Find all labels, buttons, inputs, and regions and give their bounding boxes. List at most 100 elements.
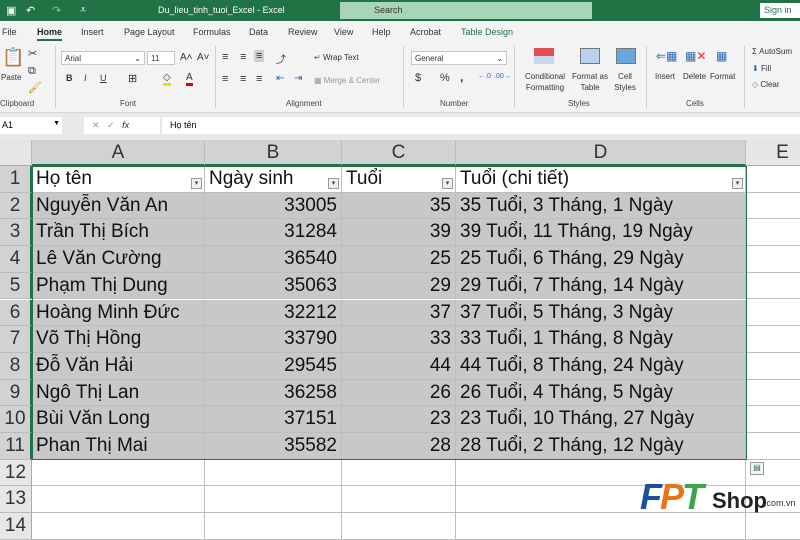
- table-cell[interactable]: 35582: [205, 433, 342, 460]
- align-right-icon[interactable]: ≡: [256, 73, 262, 85]
- cell[interactable]: [342, 486, 456, 514]
- table-cell[interactable]: 35063: [205, 272, 342, 300]
- table-cell[interactable]: 31284: [205, 219, 342, 247]
- cell[interactable]: [746, 246, 800, 273]
- table-cell[interactable]: 33: [342, 326, 456, 353]
- bold-button[interactable]: B: [66, 73, 73, 83]
- cell-styles-button[interactable]: Cell Styles: [610, 71, 640, 93]
- column-header-e[interactable]: E: [746, 140, 800, 166]
- cell[interactable]: [746, 326, 800, 353]
- table-cell[interactable]: 37: [342, 299, 456, 327]
- autosum-button[interactable]: Σ AutoSum: [752, 47, 792, 56]
- number-format-select[interactable]: General ⌄: [411, 51, 507, 65]
- table-cell[interactable]: 29 Tuổi, 7 Tháng, 14 Ngày: [456, 272, 746, 300]
- tab-view[interactable]: View: [334, 27, 353, 37]
- cell[interactable]: [746, 380, 800, 407]
- cell[interactable]: [32, 486, 205, 514]
- cell[interactable]: [205, 513, 342, 540]
- cell[interactable]: [342, 459, 456, 487]
- search-box[interactable]: Search: [340, 2, 592, 19]
- increase-indent-icon[interactable]: ⇥: [294, 73, 302, 84]
- tab-file[interactable]: File: [2, 27, 17, 37]
- filter-dropdown-icon[interactable]: ▾: [442, 177, 453, 189]
- table-cell[interactable]: 35 Tuổi, 3 Tháng, 1 Ngày: [456, 192, 746, 220]
- percent-button[interactable]: %: [440, 72, 450, 84]
- format-painter-icon[interactable]: 🖌: [28, 81, 42, 94]
- table-cell[interactable]: 36540: [205, 246, 342, 273]
- table-cell[interactable]: 44 Tuổi, 8 Tháng, 24 Ngày: [456, 352, 746, 380]
- column-header-b[interactable]: B: [205, 140, 342, 166]
- formula-input[interactable]: Họ tên: [162, 117, 800, 134]
- format-as-table-icon[interactable]: [580, 48, 600, 64]
- tab-table-design[interactable]: Table Design: [461, 27, 513, 37]
- format-cells-icon[interactable]: ▦: [716, 49, 727, 63]
- row-header-12[interactable]: 12: [0, 459, 32, 487]
- cell[interactable]: [746, 300, 800, 327]
- row-header-1[interactable]: 1: [0, 166, 32, 193]
- cancel-icon[interactable]: ✕: [92, 120, 100, 130]
- delete-cells-icon[interactable]: ▦✕: [685, 49, 706, 63]
- font-name-select[interactable]: Arial ⌄: [61, 51, 145, 65]
- borders-icon[interactable]: ⊞: [128, 72, 137, 85]
- select-all-corner[interactable]: [0, 140, 32, 166]
- copy-icon[interactable]: ⧉: [28, 65, 36, 78]
- filter-dropdown-icon[interactable]: ▾: [191, 177, 202, 189]
- row-header-5[interactable]: 5: [0, 272, 32, 300]
- column-header-a[interactable]: A: [32, 140, 205, 166]
- redo-icon[interactable]: ↷: [52, 4, 61, 17]
- tab-help[interactable]: Help: [372, 27, 391, 37]
- table-cell[interactable]: 36258: [205, 379, 342, 407]
- name-box[interactable]: A1 ▼: [0, 117, 62, 134]
- increase-font-icon[interactable]: A˄: [180, 52, 193, 63]
- table-cell[interactable]: 26 Tuổi, 4 Tháng, 5 Ngày: [456, 379, 746, 407]
- cell[interactable]: [205, 486, 342, 514]
- table-cell[interactable]: 37 Tuổi, 5 Tháng, 3 Ngày: [456, 299, 746, 327]
- wrap-text-button[interactable]: ↵ Wrap Text: [314, 53, 359, 62]
- sign-in-button[interactable]: Sign in: [760, 3, 800, 18]
- table-header-cell[interactable]: Ngày sinh ▾: [205, 166, 342, 193]
- table-cell[interactable]: Đỗ Văn Hải: [32, 352, 205, 380]
- table-cell[interactable]: Bùi Văn Long: [32, 406, 205, 433]
- align-bottom-icon[interactable]: ≡: [254, 50, 265, 62]
- cut-icon[interactable]: ✂: [28, 47, 37, 60]
- format-button[interactable]: Format: [710, 72, 735, 81]
- delete-button[interactable]: Delete: [683, 72, 706, 81]
- decrease-indent-icon[interactable]: ⇤: [276, 73, 284, 84]
- tab-formulas[interactable]: Formulas: [193, 27, 231, 37]
- row-header-8[interactable]: 8: [0, 352, 32, 380]
- conditional-formatting-icon[interactable]: [534, 48, 554, 64]
- clear-button[interactable]: ◇ Clear: [752, 80, 780, 89]
- tab-review[interactable]: Review: [288, 27, 318, 37]
- table-cell[interactable]: Phạm Thị Dung: [32, 272, 205, 300]
- table-cell[interactable]: Hoàng Minh Đức: [32, 299, 205, 327]
- paste-button[interactable]: Paste: [1, 73, 21, 82]
- paste-icon[interactable]: 📋: [2, 47, 24, 68]
- cell[interactable]: [32, 459, 205, 487]
- tab-acrobat[interactable]: Acrobat: [410, 27, 441, 37]
- font-color-icon[interactable]: A: [186, 72, 193, 86]
- cell[interactable]: [32, 513, 205, 540]
- italic-button[interactable]: I: [84, 73, 87, 83]
- underline-button[interactable]: U: [100, 73, 107, 83]
- table-cell[interactable]: 44: [342, 352, 456, 380]
- table-cell[interactable]: 25 Tuổi, 6 Tháng, 29 Ngày: [456, 246, 746, 273]
- filter-dropdown-icon[interactable]: ▾: [328, 177, 339, 189]
- row-header-4[interactable]: 4: [0, 246, 32, 273]
- cell[interactable]: [746, 219, 800, 247]
- row-header-14[interactable]: 14: [0, 513, 32, 540]
- table-cell[interactable]: Võ Thị Hồng: [32, 326, 205, 353]
- undo-icon[interactable]: ↶: [26, 4, 35, 17]
- table-cell[interactable]: 25: [342, 246, 456, 273]
- table-cell[interactable]: Lê Văn Cường: [32, 246, 205, 273]
- cell[interactable]: [746, 166, 800, 193]
- column-header-d[interactable]: D: [456, 140, 746, 166]
- cell-styles-icon[interactable]: [616, 48, 636, 64]
- row-header-7[interactable]: 7: [0, 326, 32, 353]
- table-cell[interactable]: 26: [342, 379, 456, 407]
- comma-button[interactable]: ,: [460, 70, 463, 84]
- cell[interactable]: [746, 406, 800, 433]
- merge-center-button[interactable]: ▦ Merge & Center: [314, 76, 380, 85]
- tab-insert[interactable]: Insert: [81, 27, 104, 37]
- fill-button[interactable]: ⬇ Fill: [752, 64, 771, 73]
- tab-data[interactable]: Data: [249, 27, 268, 37]
